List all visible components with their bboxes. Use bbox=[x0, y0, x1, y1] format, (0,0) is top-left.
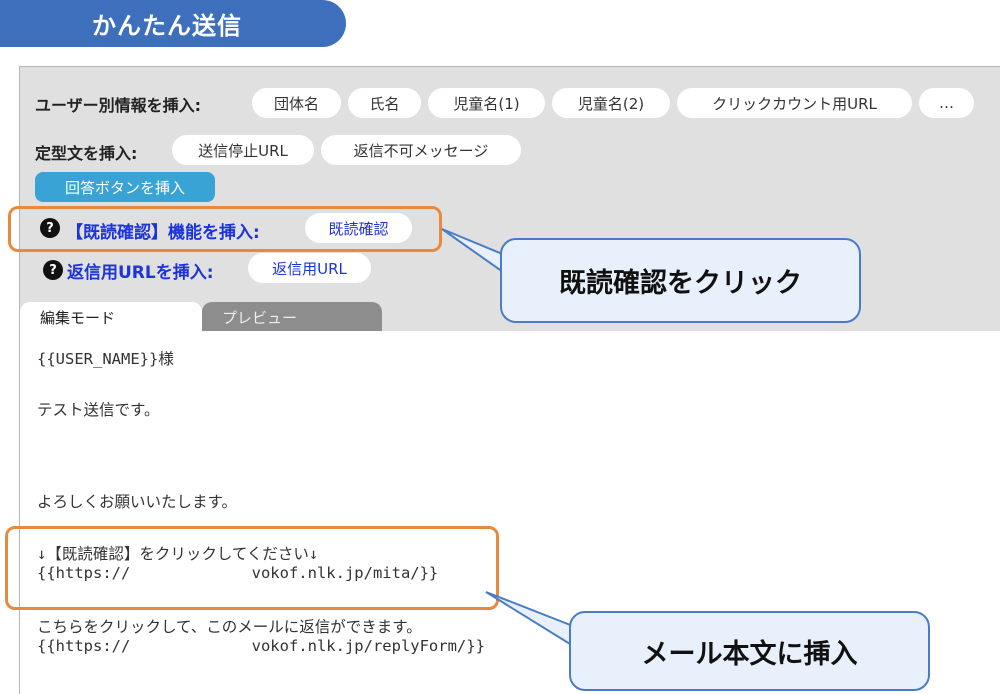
chip-group-name[interactable]: 団体名 bbox=[252, 88, 341, 118]
reply-url-button[interactable]: 返信用URL bbox=[248, 253, 371, 283]
chip-more[interactable]: … bbox=[919, 88, 974, 118]
editor-line: テスト送信です。 bbox=[37, 401, 160, 419]
chip-child-name-2[interactable]: 児童名(2) bbox=[552, 88, 670, 118]
template-label: 定型文を挿入: bbox=[35, 144, 138, 163]
chip-unsubscribe-url[interactable]: 送信停止URL bbox=[172, 135, 314, 165]
reply-url-label: 返信用URLを挿入: bbox=[67, 263, 214, 283]
editor-line: こちらをクリックして、このメールに返信ができます。 bbox=[37, 618, 422, 636]
user-info-label: ユーザー別情報を挿入: bbox=[35, 96, 202, 115]
insert-answer-button[interactable]: 回答ボタンを挿入 bbox=[35, 172, 215, 202]
read-confirm-highlight bbox=[8, 206, 442, 252]
callout-insert-into-body: メール本文に挿入 bbox=[569, 611, 930, 691]
editor-line: よろしくお願いいたします。 bbox=[37, 493, 237, 511]
chip-click-count-url[interactable]: クリックカウント用URL bbox=[677, 88, 912, 118]
editor-line: {{USER_NAME}}様 bbox=[37, 350, 174, 368]
tab-edit-mode[interactable]: 編集モード bbox=[20, 302, 202, 332]
tab-preview[interactable]: プレビュー bbox=[202, 302, 382, 332]
editor-line: {{https:// vokof.nlk.jp/replyForm/}} bbox=[37, 637, 485, 655]
chip-no-reply-message[interactable]: 返信不可メッセージ bbox=[321, 135, 521, 165]
help-icon[interactable]: ? bbox=[43, 260, 63, 280]
page-title: かんたん送信 bbox=[0, 0, 346, 47]
callout-click-read-confirm: 既読確認をクリック bbox=[500, 238, 861, 323]
chip-name[interactable]: 氏名 bbox=[348, 88, 421, 118]
inserted-text-highlight bbox=[5, 526, 499, 610]
chip-child-name-1[interactable]: 児童名(1) bbox=[428, 88, 545, 118]
